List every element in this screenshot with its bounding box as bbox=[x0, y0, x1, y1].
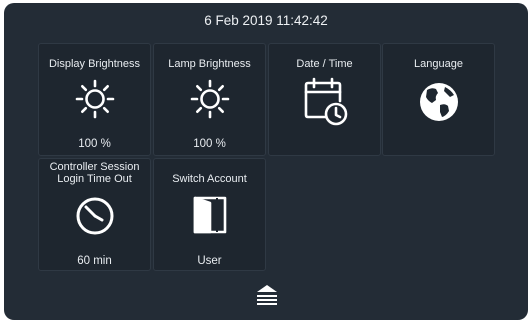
session-timeout-label-line1: Controller Session bbox=[49, 161, 140, 173]
lamp-brightness-tile[interactable]: Lamp Brightness 100 % bbox=[153, 43, 266, 156]
header-datetime: 6 Feb 2019 11:42:42 bbox=[204, 13, 328, 28]
display-brightness-label: Display Brightness bbox=[48, 58, 141, 70]
display-brightness-tile[interactable]: Display Brightness 100 % bbox=[38, 43, 151, 156]
date-time-label: Date / Time bbox=[296, 58, 353, 70]
sun-icon bbox=[75, 79, 115, 119]
lamp-brightness-label: Lamp Brightness bbox=[168, 58, 251, 70]
session-timeout-value: 60 min bbox=[77, 255, 112, 267]
settings-screen: 6 Feb 2019 11:42:42 Display Brightness 1… bbox=[4, 3, 528, 320]
calendar-clock-icon bbox=[302, 77, 348, 127]
globe-icon bbox=[418, 81, 460, 123]
session-timeout-label-line2: Login Time Out bbox=[57, 173, 132, 185]
language-tile[interactable]: Language bbox=[382, 43, 495, 156]
switch-account-value: User bbox=[197, 255, 222, 267]
switch-account-label: Switch Account bbox=[172, 173, 247, 185]
door-icon bbox=[192, 195, 228, 235]
date-time-tile[interactable]: Date / Time bbox=[268, 43, 381, 156]
timer-icon bbox=[75, 196, 115, 236]
session-timeout-tile[interactable]: Controller Session Login Time Out 60 min bbox=[38, 158, 151, 271]
eject-icon[interactable] bbox=[252, 283, 282, 305]
lamp-brightness-value: 100 % bbox=[193, 138, 226, 150]
language-label: Language bbox=[414, 58, 463, 70]
display-brightness-value: 100 % bbox=[78, 138, 111, 150]
sun-icon bbox=[190, 79, 230, 119]
switch-account-tile[interactable]: Switch Account User bbox=[153, 158, 266, 271]
